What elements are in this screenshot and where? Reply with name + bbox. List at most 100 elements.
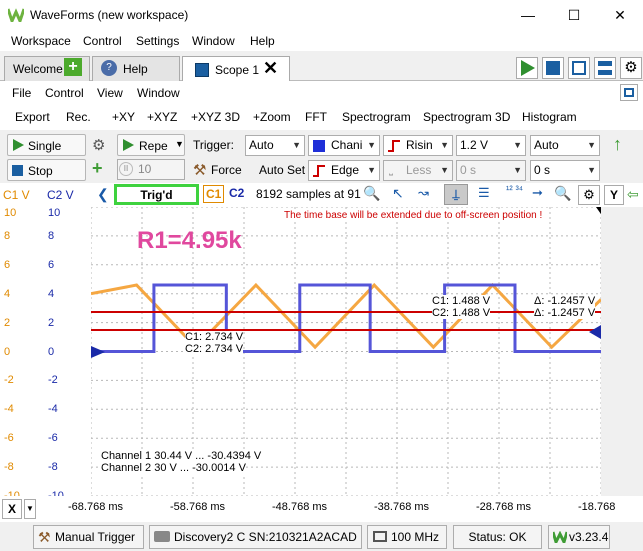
annotation-text: R1=4.95k <box>137 227 242 254</box>
rising-edge-icon <box>388 140 400 152</box>
c2-y-tick: 0 <box>48 345 55 358</box>
gears-icon[interactable]: ⚙ <box>92 136 105 154</box>
add-tab-icon[interactable]: + <box>64 58 82 76</box>
maximize-button[interactable]: ☐ <box>551 0 597 31</box>
force-button[interactable]: Force <box>211 163 242 177</box>
gear-icon: ⚙ <box>624 59 638 76</box>
chevron-down-icon: ▼ <box>513 165 522 175</box>
menu-settings[interactable]: Settings <box>136 34 179 48</box>
dock-button[interactable] <box>620 84 638 101</box>
menu-window[interactable]: Window <box>192 34 235 48</box>
run-all-button[interactable] <box>516 57 538 79</box>
scope-menu-window[interactable]: Window <box>137 86 180 100</box>
list-icon[interactable]: ☰ <box>478 185 490 201</box>
record-button[interactable]: Rec. <box>66 110 91 124</box>
close-button[interactable]: ✕ <box>597 0 643 31</box>
add-xyz-button[interactable]: +XYZ <box>147 110 177 124</box>
version-label: v3.23.4 <box>569 530 609 544</box>
settings-button[interactable]: ⚙ <box>578 185 600 205</box>
stop-all-button[interactable] <box>542 57 564 79</box>
close-tab-icon[interactable]: ✕ <box>263 58 278 79</box>
trigger-source-select[interactable]: Chani ▼ <box>308 135 380 156</box>
tab-scope-label: Scope 1 <box>215 63 260 77</box>
numbers-icon[interactable]: ¹² ³⁴ <box>506 185 523 196</box>
chevron-down-icon: ▼ <box>587 165 596 175</box>
add-icon[interactable]: + <box>92 158 103 179</box>
scope-menu-view[interactable]: View <box>97 86 123 100</box>
c2-offset-marker <box>91 346 105 358</box>
flip-icon[interactable]: ➞ <box>532 185 543 201</box>
stop-label: Stop <box>28 164 53 178</box>
zoom-icon[interactable]: 🔍 <box>363 185 380 202</box>
device-button[interactable]: Discovery2 C SN:210321A2ACAD <box>149 525 362 549</box>
auto-set-button[interactable]: Auto Set <box>259 163 305 177</box>
add-xy-button[interactable]: +XY <box>112 110 135 124</box>
play-icon <box>13 139 24 151</box>
status-indicator[interactable]: Status: OK <box>453 525 542 549</box>
gear-icon: ⚙ <box>583 187 595 202</box>
x-tick-labels: -68.768 ms -58.768 ms -48.768 ms -38.768 ms… <box>68 496 643 522</box>
c2-button[interactable]: C2 <box>229 186 244 200</box>
c1-button[interactable]: C1 <box>203 185 225 203</box>
repeat-count-stepper[interactable]: II 10 <box>117 159 185 180</box>
minimize-button[interactable]: — <box>505 0 551 31</box>
menu-control[interactable]: Control <box>83 34 122 48</box>
y-button[interactable]: Y <box>604 185 624 205</box>
auto-timeout-select[interactable]: Auto ▼ <box>530 135 600 156</box>
x-button[interactable]: X <box>2 499 22 519</box>
clock-button[interactable]: 100 MHz <box>367 525 447 549</box>
position-value: 0 s <box>534 163 551 177</box>
play-icon <box>123 139 134 151</box>
trigger-condition-select[interactable]: Risin ▼ <box>383 135 453 156</box>
export-button[interactable]: Export <box>15 110 50 124</box>
chevron-left-icon[interactable]: ❮ <box>97 186 109 203</box>
spectrogram-button[interactable]: Spectrogram <box>342 110 411 124</box>
trigger-type-select[interactable]: Edge ▼ <box>308 160 380 181</box>
tab-scope[interactable]: Scope 1 ✕ <box>182 56 290 82</box>
scope-menu-file[interactable]: File <box>12 86 31 100</box>
settings-button[interactable]: ⚙ <box>620 57 642 79</box>
x-axis: X ▼ -68.768 ms -58.768 ms -48.768 ms -38.76… <box>0 496 643 522</box>
menu-help[interactable]: Help <box>250 34 275 48</box>
spectrogram3d-button[interactable]: Spectrogram 3D <box>423 110 510 124</box>
vertical-cursor-icon[interactable]: ⍊ <box>444 184 468 205</box>
help-icon: ? <box>101 60 117 76</box>
pointer-icon[interactable]: ↖ <box>392 185 404 202</box>
stop-button[interactable]: Stop <box>7 159 86 181</box>
histogram-button[interactable]: Histogram <box>522 110 577 124</box>
cursor-icon[interactable]: ↝ <box>418 185 429 201</box>
repeat-label: Repe <box>139 139 168 153</box>
repeat-button[interactable]: Repe ▼ <box>117 134 185 156</box>
version-button[interactable]: v3.23.4 <box>548 525 610 549</box>
cursor-delta-c1: Δ: -1.2457 V <box>534 295 596 307</box>
cursor-right-c1: C1: 1.488 V <box>432 295 491 307</box>
single-button[interactable]: Single <box>7 134 86 156</box>
chevron-down-icon: ▼ <box>513 140 522 150</box>
tile-button[interactable] <box>594 57 616 79</box>
menu-workspace[interactable]: Workspace <box>11 34 71 48</box>
fft-button[interactable]: FFT <box>305 110 327 124</box>
tab-welcome[interactable]: Welcome + <box>4 56 90 81</box>
trigger-level-select[interactable]: 1.2 V ▼ <box>456 135 526 156</box>
hammer-icon: ⚒ <box>38 529 51 545</box>
chevron-down-icon: ▼ <box>587 140 596 150</box>
plot-area[interactable]: The time base will be extended due to of… <box>90 206 603 497</box>
tab-welcome-label: Welcome <box>13 62 63 76</box>
arrow-left-icon[interactable]: ⇦ <box>627 186 639 203</box>
trigger-position-marker <box>596 207 603 217</box>
layout-button[interactable] <box>568 57 590 79</box>
waveforms-logo-icon <box>553 531 567 543</box>
scope-icon <box>195 63 209 77</box>
scope-menu-control[interactable]: Control <box>45 86 84 100</box>
zoom-icon[interactable]: 🔍 <box>554 185 571 202</box>
add-xyz3d-button[interactable]: +XYZ 3D <box>191 110 240 124</box>
tab-help[interactable]: ? Help <box>92 56 180 81</box>
c1-y-tick: 10 <box>4 207 17 219</box>
manual-trigger-button[interactable]: ⚒ Manual Trigger <box>33 525 144 549</box>
edge-icon <box>313 165 325 177</box>
add-zoom-button[interactable]: +Zoom <box>253 110 291 124</box>
collapse-arrow-icon[interactable]: ↑ <box>613 134 622 155</box>
trigger-mode-select[interactable]: Auto ▼ <box>245 135 305 156</box>
chevron-down-icon[interactable]: ▼ <box>24 499 36 519</box>
position-select[interactable]: 0 s ▼ <box>530 160 600 181</box>
